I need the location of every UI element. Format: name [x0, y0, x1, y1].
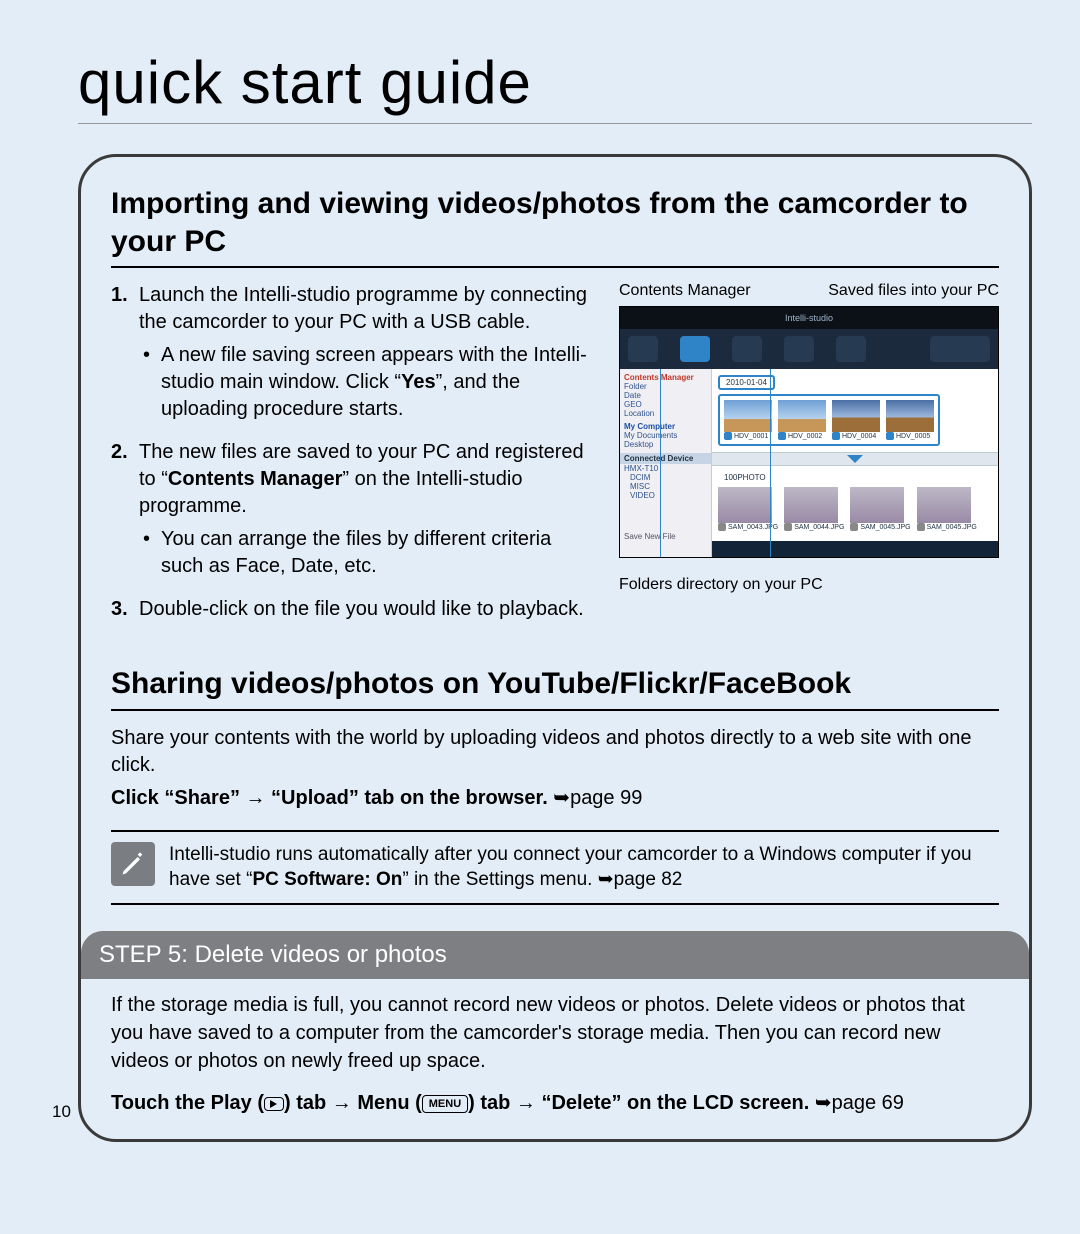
note-text: Intelli-studio runs automatically after … [169, 842, 999, 893]
step-number: 3. [111, 596, 139, 623]
step5-paragraph: If the storage media is full, you cannot… [111, 991, 999, 1075]
figure-label-contents-manager: Contents Manager [619, 282, 751, 300]
play-icon [264, 1097, 284, 1111]
content-panel: Importing and viewing videos/photos from… [78, 154, 1032, 1142]
step-number: 1. [111, 282, 139, 423]
screenshot-folder-pane: 100PHOTO SAM_0043.JPG SAM_0044.JPG SAM_0… [712, 466, 998, 541]
screenshot-toolbar [620, 329, 998, 369]
page-title: quick start guide [78, 48, 1032, 124]
step-bullet: A new file saving screen appears with th… [139, 342, 597, 423]
screenshot-saved-pane: 2010-01-04 HDV_0001 HDV_0002 HDV_0004 HD… [712, 369, 998, 452]
figure-label-folders: Folders directory on your PC [619, 576, 999, 594]
share-paragraph: Share your contents with the world by up… [111, 725, 999, 779]
page-number: 10 [52, 1102, 71, 1122]
pane-divider [712, 452, 998, 466]
section-heading-import: Importing and viewing videos/photos from… [111, 185, 999, 268]
import-steps: 1. Launch the Intelli-studio programme b… [111, 282, 597, 639]
figure-label-saved-files: Saved files into your PC [828, 282, 999, 300]
date-pill: 2010-01-04 [718, 375, 775, 390]
step5-bar: STEP 5: Delete videos or photos [81, 931, 1029, 979]
step-number: 2. [111, 439, 139, 580]
screenshot-sidebar: Contents Manager Folder Date GEO Locatio… [620, 369, 712, 557]
screenshot-window: Intelli-studio Contents Manager Folder D… [619, 306, 999, 558]
screenshot-titlebar: Intelli-studio [620, 307, 998, 329]
figure-intelli-studio: Contents Manager Saved files into your P… [619, 282, 999, 639]
step-text: Launch the Intelli-studio programme by c… [139, 284, 587, 333]
folder-pill: 100PHOTO [718, 472, 772, 483]
step-text: Double-click on the file you would like … [139, 598, 584, 620]
menu-icon: MENU [422, 1095, 468, 1113]
share-instruction: Click “Share” → “Upload” tab on the brow… [111, 785, 999, 812]
step-bullet: You can arrange the files by different c… [139, 526, 597, 580]
note-block: Intelli-studio runs automatically after … [111, 830, 999, 905]
step-text: The new files are saved to your PC and r… [139, 441, 584, 517]
section-heading-share: Sharing videos/photos on YouTube/Flickr/… [111, 665, 999, 711]
step5-instruction: Touch the Play () tab → Menu (MENU) tab … [111, 1089, 999, 1117]
note-icon [111, 842, 155, 886]
